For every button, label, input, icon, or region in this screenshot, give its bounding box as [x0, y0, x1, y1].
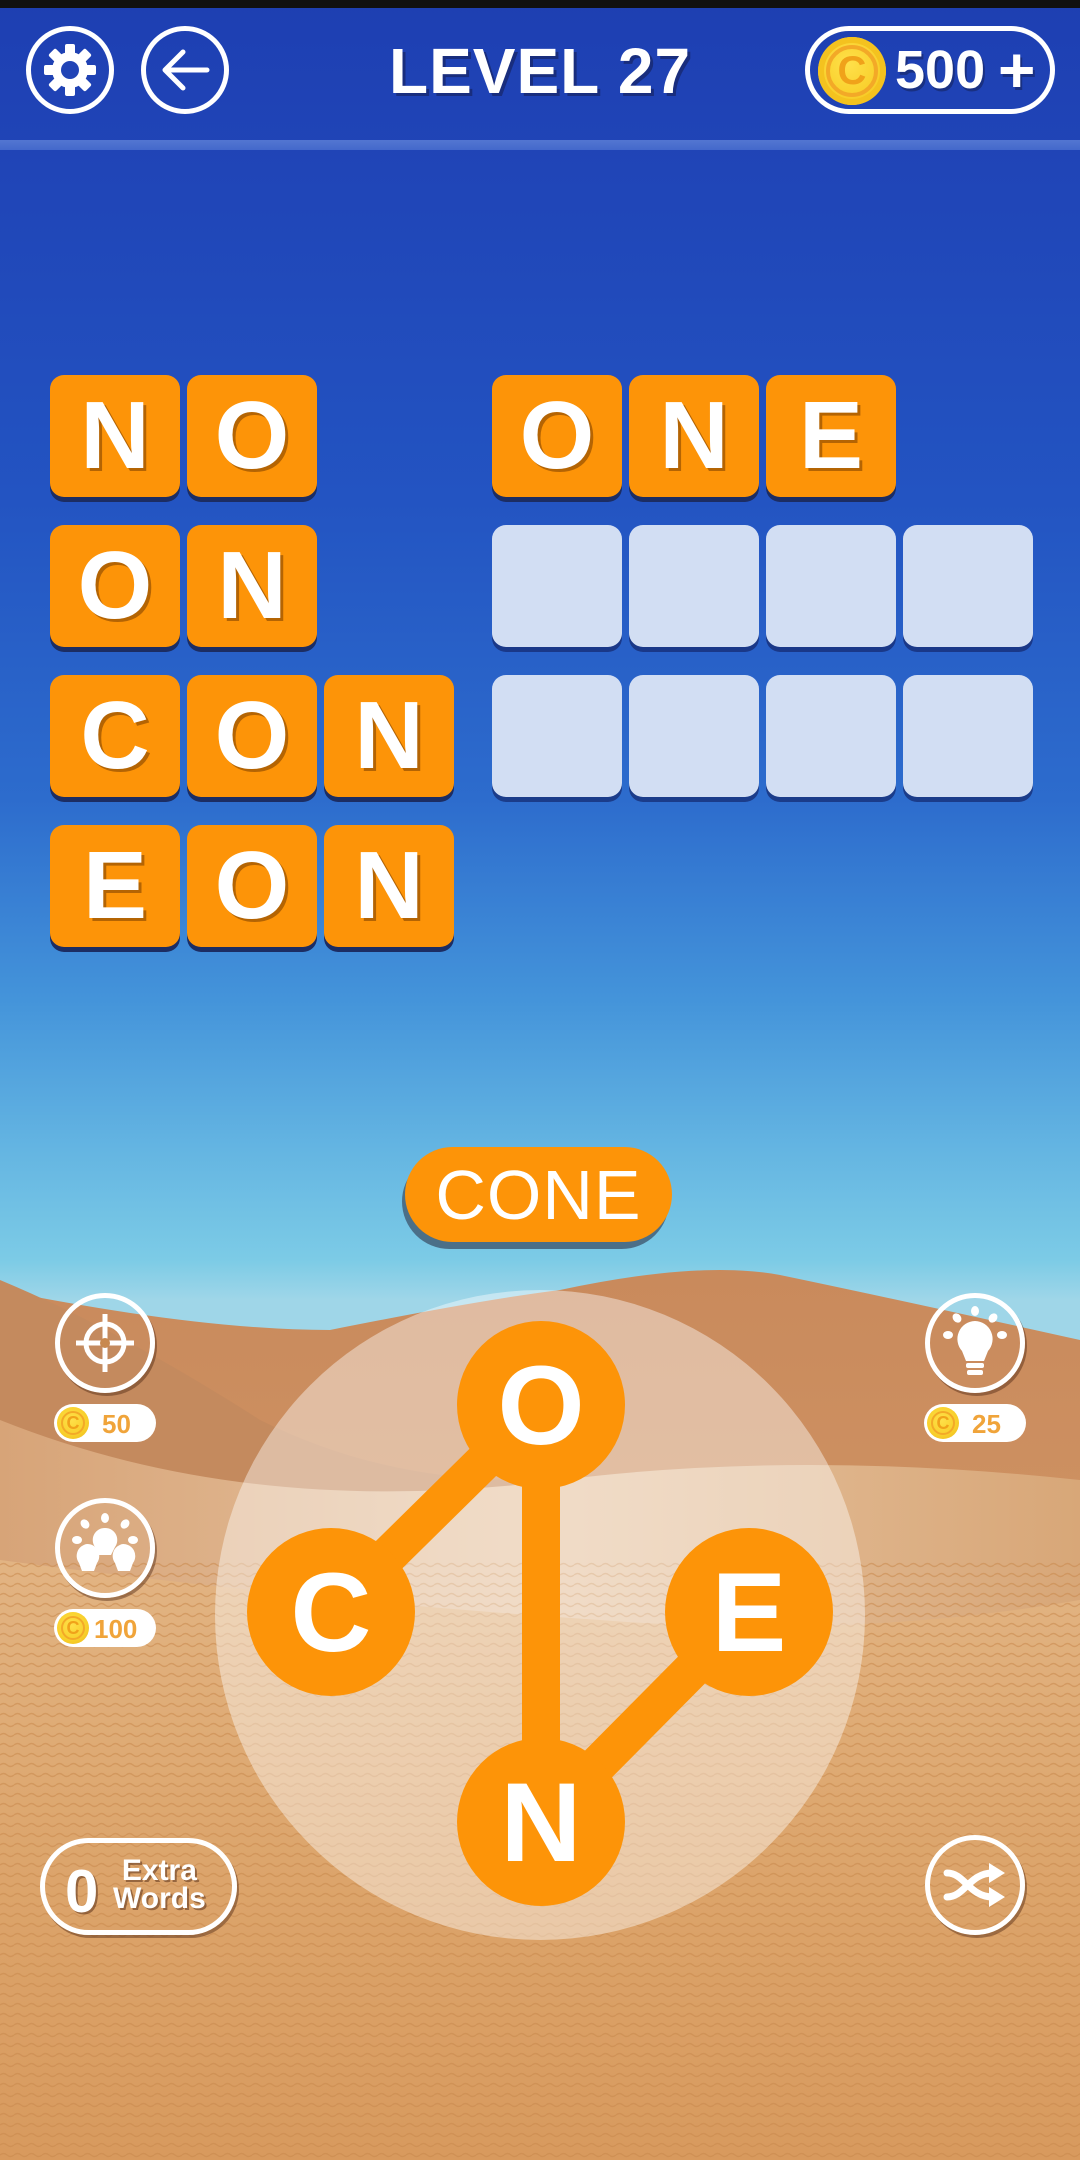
target-icon [76, 1314, 134, 1372]
empty-tile [629, 525, 759, 647]
letter-tile: O [50, 525, 180, 647]
add-coins-button[interactable]: + [998, 33, 1035, 107]
letter-tile: O [187, 675, 317, 797]
shuffle-icon [943, 1863, 1005, 1907]
letter-tile: N [187, 525, 317, 647]
empty-tile [903, 525, 1033, 647]
empty-tile [629, 675, 759, 797]
coin-icon: C [57, 1612, 89, 1644]
empty-tile [492, 525, 622, 647]
wheel-letter-o[interactable]: O [457, 1321, 625, 1489]
shuffle-button[interactable] [925, 1835, 1025, 1935]
back-button[interactable] [141, 26, 229, 114]
letter-tile: O [187, 825, 317, 947]
multi-hint-button[interactable] [55, 1498, 155, 1598]
wheel-letter-n[interactable]: N [457, 1738, 625, 1906]
empty-tile [492, 675, 622, 797]
lightbulb-icon [943, 1306, 1007, 1375]
multi-hint-price: C 100 [54, 1609, 156, 1647]
empty-tile [766, 675, 896, 797]
letter-tile: E [50, 825, 180, 947]
hint-price: C 25 [924, 1404, 1026, 1442]
current-word-display: CONE [405, 1147, 672, 1242]
wheel-letter-e[interactable]: E [665, 1528, 833, 1696]
empty-tile [766, 525, 896, 647]
letter-tile: C [50, 675, 180, 797]
multi-bulb-icon [72, 1513, 138, 1571]
coin-balance[interactable]: C 500 + [805, 26, 1055, 114]
header-divider [0, 140, 1080, 150]
coin-count: 500 [895, 40, 986, 100]
letter-tile: O [492, 375, 622, 497]
settings-button[interactable] [26, 26, 114, 114]
empty-tile [903, 675, 1033, 797]
target-price: C 50 [54, 1404, 156, 1442]
extra-words-count: 0 [65, 1858, 99, 1925]
letter-tile: N [629, 375, 759, 497]
hint-button[interactable] [925, 1293, 1025, 1393]
level-title: LEVEL 27 [388, 35, 692, 107]
coin-icon: C [927, 1407, 959, 1439]
target-hint-button[interactable] [55, 1293, 155, 1393]
letter-tile: N [50, 375, 180, 497]
letter-tile: E [766, 375, 896, 497]
letter-tile: N [324, 675, 454, 797]
letter-tile: N [324, 825, 454, 947]
coin-icon: C [818, 37, 886, 105]
arrow-left-icon [162, 49, 210, 91]
extra-words-button[interactable]: 0 Extra Words [40, 1838, 237, 1935]
extra-words-label: Extra Words [113, 1854, 206, 1915]
gear-icon [44, 44, 96, 96]
coin-icon: C [57, 1407, 89, 1439]
status-bar-edge [0, 0, 1080, 8]
wheel-letter-c[interactable]: C [247, 1528, 415, 1696]
letter-tile: O [187, 375, 317, 497]
